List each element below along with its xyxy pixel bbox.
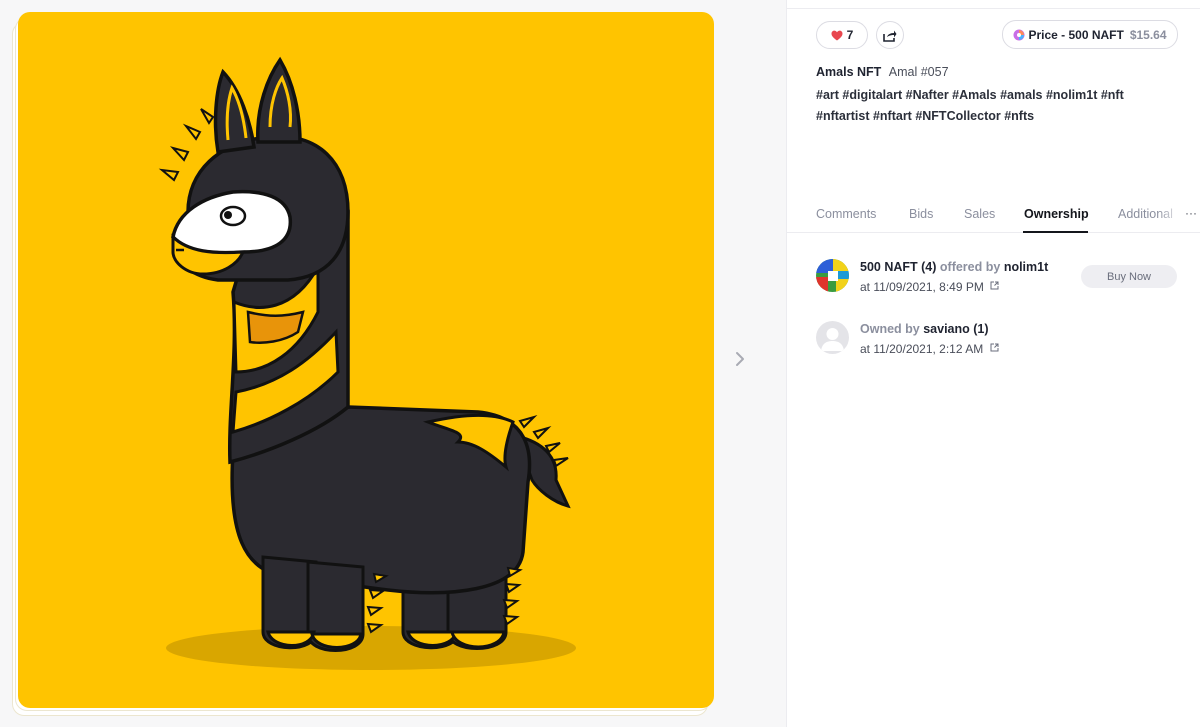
tab-bids[interactable]: Bids bbox=[909, 207, 933, 221]
price-button[interactable]: Price - 500 NAFT $15.64 bbox=[1002, 20, 1178, 49]
collection-link[interactable]: Amals NFT bbox=[816, 65, 881, 79]
nft-artwork[interactable] bbox=[18, 12, 714, 708]
tabs-more-button[interactable]: ··· bbox=[1185, 206, 1197, 220]
owner-user[interactable]: saviano (1) bbox=[923, 322, 988, 336]
offer-user[interactable]: nolim1t bbox=[1004, 260, 1048, 274]
like-count: 7 bbox=[846, 28, 854, 42]
share-icon bbox=[883, 30, 897, 42]
offer-summary: 500 NAFT (4) offered by nolim1t bbox=[860, 260, 1048, 274]
next-image-button[interactable] bbox=[730, 346, 750, 372]
owner-summary: Owned by saviano (1) bbox=[860, 322, 989, 336]
heart-icon bbox=[831, 30, 843, 40]
top-divider bbox=[787, 0, 1200, 9]
offer-date: at 11/09/2021, 8:49 PM bbox=[860, 280, 984, 294]
naft-token-icon bbox=[1013, 29, 1025, 40]
ownership-owner: Owned by saviano (1) at 11/20/2021, 2:12… bbox=[816, 321, 1186, 361]
active-tab-indicator bbox=[1023, 231, 1088, 233]
external-link-icon bbox=[990, 343, 999, 352]
detail-tabs: Comments Bids Sales Ownership Additional… bbox=[787, 200, 1200, 233]
tags-line[interactable]: #art #digitalart #Nafter #Amals #amals #… bbox=[816, 85, 1176, 106]
owner-date-link[interactable]: at 11/20/2021, 2:12 AM bbox=[860, 342, 999, 356]
item-name: Amal #057 bbox=[888, 65, 949, 79]
media-panel bbox=[0, 0, 786, 727]
tab-sales[interactable]: Sales bbox=[964, 207, 995, 221]
item-tags[interactable]: #art #digitalart #Nafter #Amals #amals #… bbox=[816, 85, 1176, 127]
avatar[interactable] bbox=[816, 321, 849, 354]
price-usd: $15.64 bbox=[1129, 27, 1167, 42]
tab-comments[interactable]: Comments bbox=[816, 207, 876, 221]
share-button[interactable] bbox=[876, 21, 904, 49]
owner-relation: Owned by bbox=[860, 322, 920, 336]
offer-date-link[interactable]: at 11/09/2021, 8:49 PM bbox=[860, 280, 999, 294]
tab-ownership[interactable]: Ownership bbox=[1024, 207, 1089, 221]
owner-date: at 11/20/2021, 2:12 AM bbox=[860, 342, 984, 356]
details-panel: 7 Price - 500 NAFT $15.64 Amals NFT Amal… bbox=[786, 0, 1200, 727]
like-button[interactable]: 7 bbox=[816, 21, 868, 49]
buy-now-button[interactable]: Buy Now bbox=[1081, 265, 1177, 288]
external-link-icon bbox=[990, 281, 999, 290]
avatar[interactable] bbox=[816, 259, 849, 292]
user-avatar-icon bbox=[816, 259, 849, 292]
price-label: Price - 500 NAFT bbox=[1028, 27, 1124, 42]
default-avatar-icon bbox=[816, 321, 849, 354]
chevron-right-icon bbox=[736, 352, 744, 366]
tags-line[interactable]: #nftartist #nftart #NFTCollector #nfts bbox=[816, 106, 1176, 127]
offer-relation: offered by bbox=[939, 260, 1001, 274]
offer-amount: 500 NAFT (4) bbox=[860, 260, 937, 274]
item-title: Amals NFT Amal #057 bbox=[816, 65, 949, 79]
llama-illustration bbox=[158, 56, 576, 670]
